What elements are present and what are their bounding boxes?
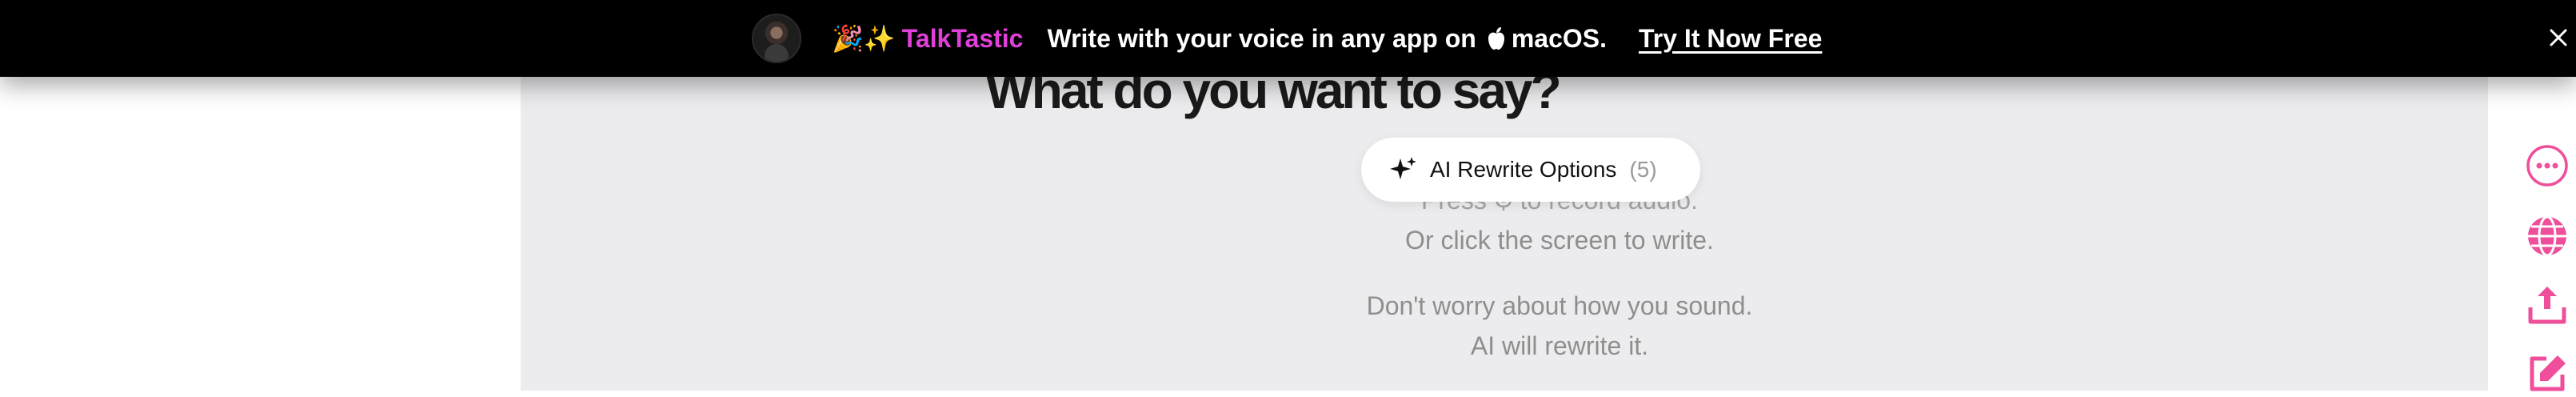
sparkle-icon bbox=[1387, 154, 1419, 186]
promo-banner: 🎉✨ TalkTastic Write with your voice in a… bbox=[0, 0, 2576, 77]
more-options-icon[interactable] bbox=[2526, 144, 2569, 187]
canvas-bottom-edge bbox=[521, 391, 2488, 397]
instruction-dont-worry: Don't worry about how you sound. bbox=[1366, 291, 1753, 320]
globe-icon[interactable] bbox=[2526, 215, 2569, 258]
apple-logo-icon bbox=[1486, 26, 1507, 50]
banner-tagline: Write with your voice in any app on bbox=[1047, 23, 1476, 53]
instruction-ai-rewrite: AI will rewrite it. bbox=[1470, 331, 1649, 360]
celebration-emoji: 🎉✨ bbox=[832, 23, 896, 54]
edit-icon[interactable] bbox=[2526, 352, 2569, 395]
avatar bbox=[752, 14, 801, 63]
try-it-now-link[interactable]: Try It Now Free bbox=[1639, 24, 1822, 54]
share-upload-icon[interactable] bbox=[2526, 283, 2569, 327]
brand-name: TalkTastic bbox=[901, 23, 1024, 53]
ai-rewrite-options-count: (5) bbox=[1629, 157, 1657, 182]
close-icon[interactable] bbox=[2545, 24, 2572, 51]
instruction-click: Or click the screen to write. bbox=[1405, 226, 1714, 255]
ai-rewrite-options-label: AI Rewrite Options bbox=[1430, 157, 1617, 182]
ai-rewrite-options-button[interactable]: AI Rewrite Options (5) bbox=[1361, 138, 1700, 202]
promo-banner-content: 🎉✨ TalkTastic Write with your voice in a… bbox=[752, 14, 1822, 63]
page: What do you want to say? Press to record… bbox=[0, 0, 2576, 397]
banner-os-name: macOS. bbox=[1511, 23, 1607, 53]
